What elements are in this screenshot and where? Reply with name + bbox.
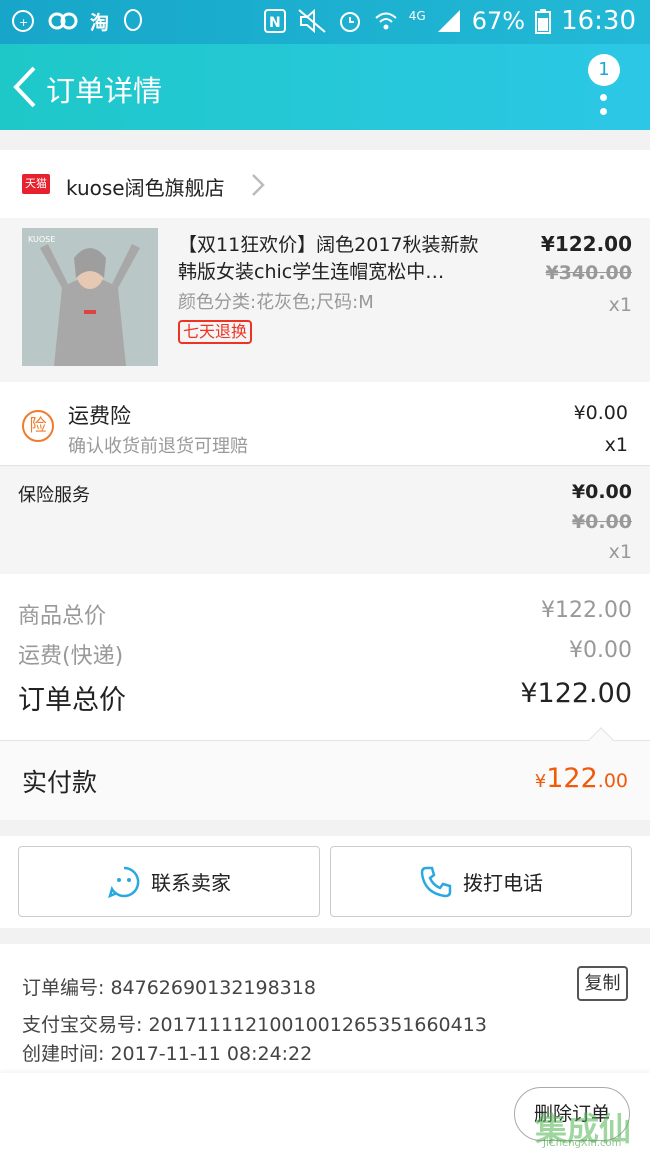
insurance-quantity: x1 (604, 434, 628, 456)
taobao-icon: 淘 (90, 12, 110, 34)
paid-decimal: .00 (597, 770, 628, 792)
shop-row[interactable]: 天猫 kuose阔色旗舰店 (0, 150, 650, 218)
hoodie-model-image: KUOSE (22, 228, 158, 366)
product-item[interactable]: KUOSE 【双11狂欢价】阔色2017秋装新款韩版女装chic学生连帽宽松中…… (0, 218, 650, 382)
product-title: 【双11狂欢价】阔色2017秋装新款韩版女装chic学生连帽宽松中… (178, 234, 479, 283)
shipping-fee-label: 运费(快递) (18, 644, 124, 669)
battery-percent: 67% (471, 7, 526, 35)
clock: 16:30 (561, 6, 636, 36)
service-original-price: ¥0.00 (571, 511, 632, 533)
order-number: 订单编号: 84762690132198318 (22, 977, 316, 999)
shop-name: kuose阔色旗舰店 (66, 176, 225, 200)
service-quantity: x1 (608, 541, 632, 563)
order-totals: 商品总价 ¥122.00 运费(快递) ¥0.00 订单总价 ¥122.00 (0, 574, 650, 740)
back-button[interactable] (8, 64, 42, 110)
watermark-logo: 集成仙 JiChengXin.com (535, 1104, 647, 1152)
tmall-badge: 天猫 (22, 174, 50, 194)
shipping-fee-value: ¥0.00 (569, 638, 632, 663)
status-right-icons: N 4G 67% 16:30 (263, 6, 636, 36)
actual-paid-value: ¥122.00 (535, 763, 628, 794)
product-price: ¥122.00 (540, 232, 632, 256)
product-quantity: x1 (608, 294, 632, 316)
paid-integer: 122 (546, 763, 598, 794)
order-total-row: 订单总价 ¥122.00 (18, 678, 632, 717)
shipping-insurance-row: 险 运费险 确认收货前退货可理赔 ¥0.00 x1 (0, 382, 650, 466)
shipping-fee-row: 运费(快递) ¥0.00 (18, 638, 632, 670)
svg-text:+: + (19, 16, 28, 29)
phone-icon (420, 866, 452, 897)
image-brand: KUOSE (28, 235, 55, 244)
insurance-price: ¥0.00 (573, 402, 628, 424)
product-original-price: ¥340.00 (545, 262, 632, 284)
created-time: 创建时间: 2017-11-11 08:24:22 (22, 1043, 313, 1065)
service-name: 保险服务 (18, 485, 90, 506)
alarm-icon (339, 12, 360, 32)
insurance-icon: 险 (22, 410, 54, 442)
status-left-icons: + 淘 (10, 8, 145, 35)
notification-badge: 1 (588, 54, 620, 86)
paid-currency: ¥ (534, 771, 547, 792)
watermark-url: JiChengXin.com (543, 1138, 622, 1149)
more-dot (600, 108, 607, 115)
sim-icon: + (12, 10, 34, 32)
more-dot (600, 94, 607, 101)
more-menu-button[interactable]: 1 (584, 54, 624, 118)
call-phone-label: 拨打电话 (463, 871, 543, 895)
actual-paid-row: 实付款 ¥122.00 (0, 727, 650, 820)
page-title: 订单详情 (46, 74, 163, 108)
wifi-icon (375, 12, 397, 30)
back-arrow-icon (13, 66, 36, 108)
goods-total-value: ¥122.00 (541, 598, 632, 623)
network-type: 4G (408, 9, 426, 23)
insurance-description: 确认收货前退货可理赔 (68, 436, 248, 457)
status-bar: + 淘 N 4G 67% 16:30 (0, 0, 650, 44)
goods-total-label: 商品总价 (18, 604, 107, 629)
mute-icon (298, 8, 326, 34)
goods-total-row: 商品总价 ¥122.00 (18, 598, 632, 630)
nfc-icon: N (263, 9, 286, 33)
product-spec: 颜色分类:花灰色;尺码:M (178, 292, 374, 313)
call-phone-button[interactable]: 拨打电话 (330, 846, 632, 917)
service-price: ¥0.00 (571, 481, 632, 503)
alipay-transaction-number: 支付宝交易号: 2017111121001001265351660413 (22, 1014, 487, 1036)
chat-face-icon (108, 866, 140, 898)
return-policy-tag: 七天退换 (178, 320, 253, 344)
order-total-label: 订单总价 (18, 685, 126, 716)
contact-actions: 联系卖家 拨打电话 (0, 836, 650, 928)
battery-icon (535, 9, 552, 34)
svg-text:N: N (269, 15, 281, 31)
order-total-value: ¥122.00 (520, 678, 632, 709)
chevron-right-icon (252, 174, 265, 196)
insurance-service-row: 保险服务 ¥0.00 ¥0.00 x1 (0, 467, 650, 574)
copy-order-number-button[interactable]: 复制 (577, 966, 628, 1001)
nav-bar: 订单详情 1 (0, 44, 650, 130)
actual-paid-label: 实付款 (22, 768, 98, 797)
app-icon (48, 12, 78, 30)
contact-seller-label: 联系卖家 (151, 871, 231, 895)
contact-seller-button[interactable]: 联系卖家 (18, 846, 320, 917)
product-image[interactable]: KUOSE (22, 228, 158, 366)
insurance-name: 运费险 (68, 404, 131, 428)
signal-icon (437, 10, 460, 32)
qq-icon (124, 9, 143, 31)
